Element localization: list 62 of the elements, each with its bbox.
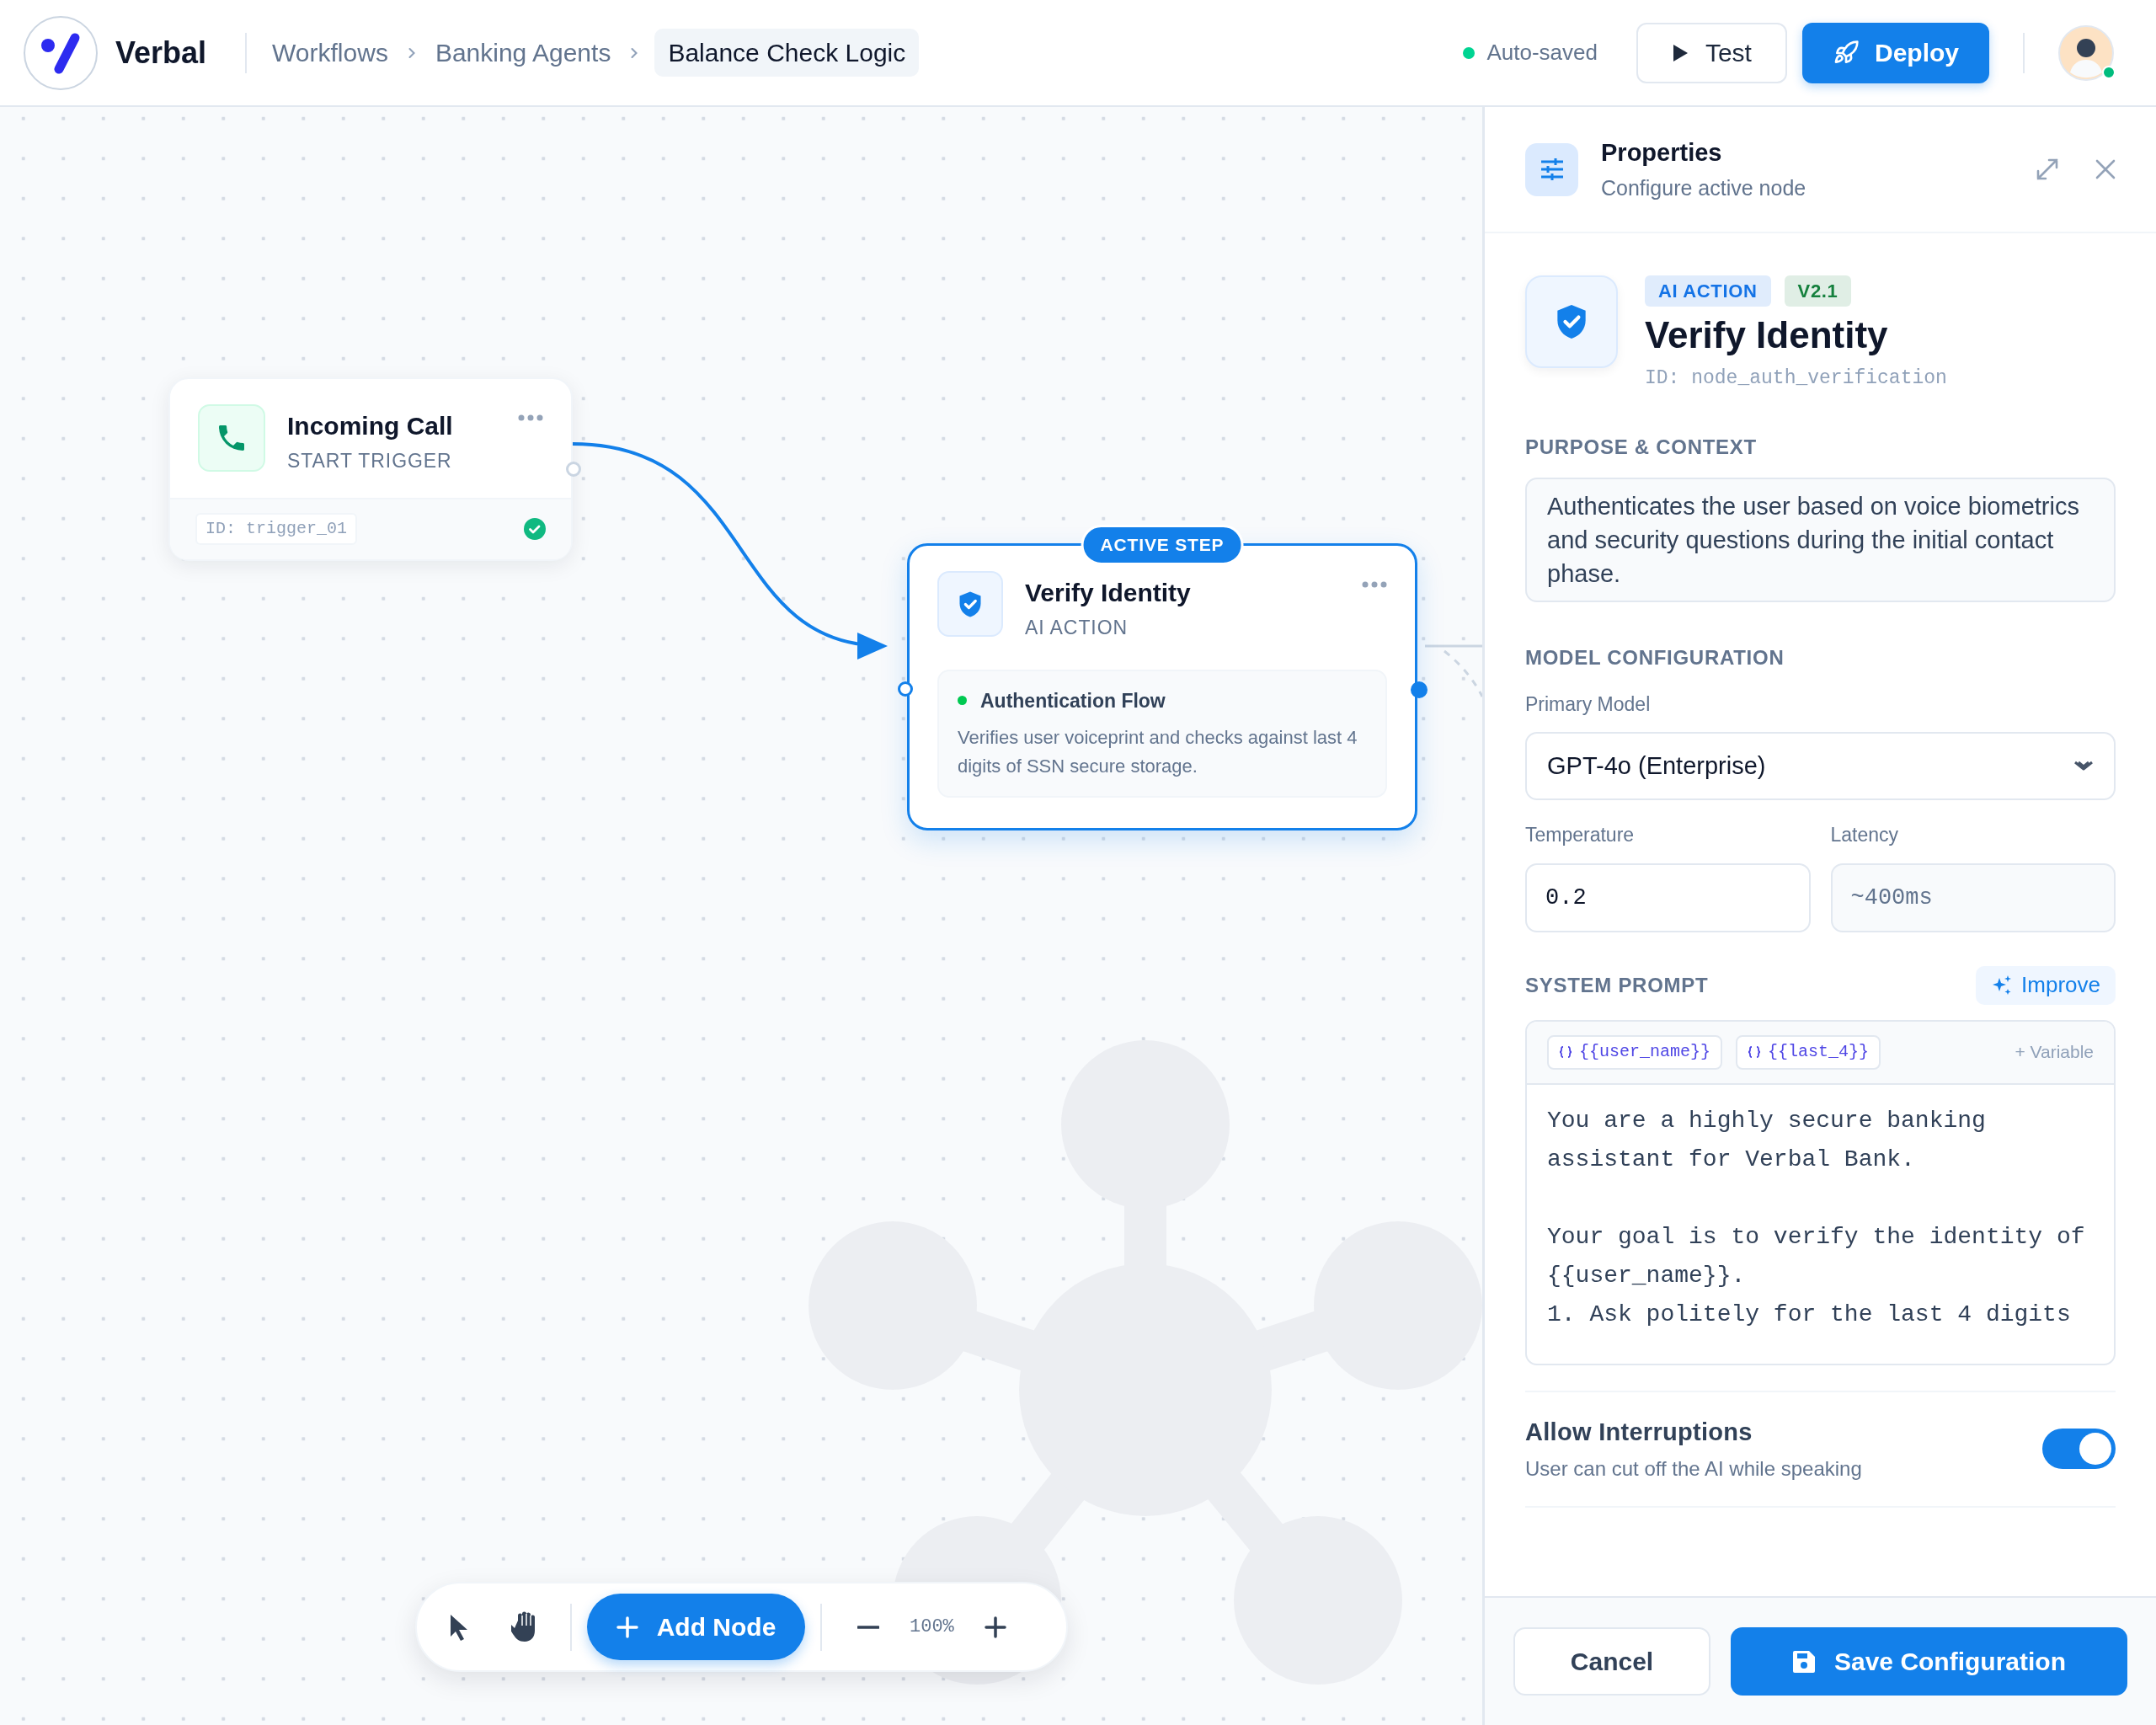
expand-icon[interactable] [2035, 157, 2060, 182]
add-node-button[interactable]: Add Node [587, 1594, 805, 1660]
more-icon[interactable] [518, 414, 543, 421]
input-field[interactable]: ~400ms [1830, 862, 2116, 932]
close-icon[interactable] [2095, 159, 2116, 179]
tag: AI ACTION [1645, 275, 1771, 307]
node-id: ID: node_auth_verification [1645, 366, 1947, 391]
brand-name: Verbal [115, 34, 207, 72]
prompt-editor[interactable]: {{user_name}} {{last_4}} + Variable You are a highly secure banking assistant for Verbal Bank. Your goal is to verify the identity of {{user_name}}. 1. Ask politely for the last 4 digits [1525, 1019, 2116, 1365]
plus-icon [616, 1616, 638, 1638]
active-step-badge: ACTIVE STEP [1081, 525, 1244, 565]
field-label: Latency [1830, 823, 1900, 847]
output-port[interactable] [1411, 681, 1428, 698]
section-label: PURPOSE & CONTEXT [1525, 434, 1758, 460]
tag: V2.1 [1784, 275, 1852, 307]
more-icon[interactable] [1362, 581, 1387, 588]
zoom-in-icon[interactable] [984, 1616, 1006, 1638]
zoom-out-icon[interactable] [857, 1625, 879, 1629]
variable-chip[interactable]: {{user_name}} [1547, 1034, 1723, 1070]
toggle-switch[interactable] [2042, 1429, 2116, 1470]
zoom-level: 100% [910, 1616, 954, 1639]
node-type: AI ACTION [1025, 616, 1129, 640]
node-card[interactable]: Incoming Call START TRIGGER ID: trigger_01 [168, 377, 573, 561]
field-label: Temperature [1525, 823, 1636, 847]
input-field[interactable]: 0.2 [1525, 862, 1811, 932]
node-title: Incoming Call [287, 411, 454, 441]
variable-chip[interactable]: {{last_4}} [1736, 1034, 1881, 1070]
node-type: START TRIGGER [287, 449, 453, 473]
setting-description: User can cut off the AI while speaking [1525, 1456, 1862, 1482]
avatar[interactable] [2058, 24, 2114, 81]
breadcrumb-link[interactable]: Banking Agents [431, 34, 615, 72]
shield-check-icon [958, 590, 983, 618]
model-select[interactable]: GPT-4o (Enterprise) [1525, 732, 2116, 800]
sliders-icon [1539, 157, 1565, 182]
card-title: Authentication Flow [980, 688, 1166, 713]
panel-title: Properties [1601, 137, 1723, 168]
field-label: Primary Model [1525, 692, 1652, 717]
node-id: ID: trigger_01 [195, 513, 358, 545]
purpose-text: Authenticates the user based on voice biometrics and security questions during the initial contact phase. [1525, 477, 2116, 602]
input-port[interactable] [898, 681, 913, 697]
braces-icon [1559, 1045, 1572, 1059]
section-label: SYSTEM PROMPT [1525, 972, 1709, 998]
improve-button[interactable]: Improve [1976, 965, 2116, 1005]
node-title: Verify Identity [1025, 578, 1192, 608]
save-button[interactable]: Save Configuration [1731, 1627, 2127, 1696]
logo-icon [23, 14, 99, 91]
breadcrumb-link[interactable]: Balance Check Logic [654, 29, 920, 77]
braces-icon [1748, 1045, 1762, 1059]
breadcrumb-link[interactable]: Workflows [269, 34, 392, 72]
section-label: MODEL CONFIGURATION [1525, 644, 1785, 670]
deploy-button[interactable]: Deploy [1801, 22, 1989, 83]
card-description: Verifies user voiceprint and checks against last 4 digits of SSN secure storage. [958, 726, 1358, 778]
connector-arrow[interactable] [572, 442, 888, 657]
node-title: Verify Identity [1645, 313, 1889, 357]
save-status: Auto-saved [1486, 39, 1598, 67]
play-icon [1671, 43, 1689, 62]
prompt-text: You are a highly secure banking assistant for Verbal Bank. Your goal is to verify the identity of {{user_name}}. 1. Ask politely for the last 4 digits [1546, 1106, 2086, 1329]
test-button[interactable]: Test [1636, 22, 1787, 83]
panel-subtitle: Configure active node [1601, 175, 1807, 201]
shield-check-icon [1555, 303, 1588, 340]
cancel-button[interactable]: Cancel [1513, 1627, 1710, 1696]
setting-title: Allow Interruptions [1525, 1417, 1753, 1447]
